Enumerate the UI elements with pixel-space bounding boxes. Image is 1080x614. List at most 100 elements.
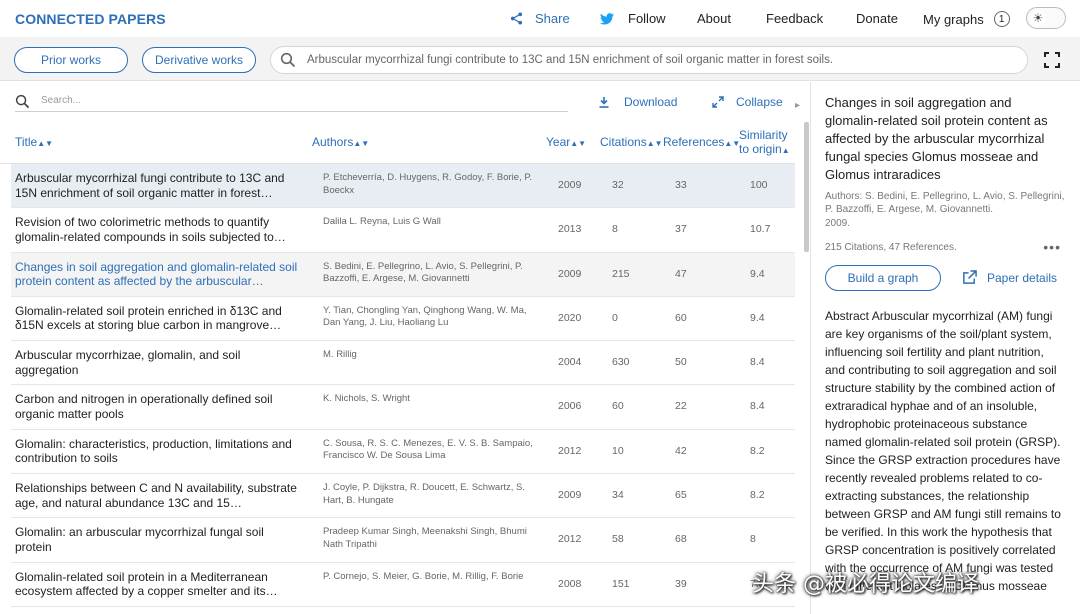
theme-toggle[interactable]: ☀ [1026, 7, 1066, 29]
row-title: Glomalin: an arbuscular mycorrhizal fung… [15, 525, 264, 554]
table-row[interactable]: Revision of two colorimetric methods to … [11, 208, 795, 253]
sort-icon: ▲▼ [724, 139, 741, 148]
list-search-input[interactable]: Search... [15, 92, 568, 112]
table-row[interactable]: Glomalin: an arbuscular mycorrhizal fung… [11, 518, 795, 563]
table-row[interactable]: Glomalin-related soil protein in a Medit… [11, 563, 795, 607]
follow-label: Follow [628, 11, 666, 26]
row-authors: S. Bedini, E. Pellegrino, L. Avio, S. Pe… [323, 260, 523, 285]
derivative-works-button[interactable]: Derivative works [142, 47, 256, 73]
table-row[interactable]: Glomalin: characteristics, production, l… [11, 430, 795, 475]
paper-abstract: Abstract Arbuscular mycorrhizal (AM) fun… [825, 309, 1061, 593]
feedback-link[interactable]: Feedback [766, 11, 823, 26]
row-authors: P. Etcheverría, D. Huygens, R. Godoy, F.… [323, 172, 533, 196]
sort-year[interactable]: Year▲▼ [546, 135, 586, 149]
prior-works-button[interactable]: Prior works [14, 47, 128, 73]
row-title: Glomalin: characteristics, production, l… [15, 436, 292, 466]
row-citations: 32 [612, 179, 624, 191]
paper-title: Changes in soil aggregation and glomalin… [825, 95, 1048, 182]
share-icon [510, 12, 523, 25]
row-similarity: 8.4 [750, 356, 765, 369]
build-graph-button[interactable]: Build a graph [825, 265, 941, 291]
table-row[interactable]: Glomalin-related soil protein enriched i… [11, 297, 795, 342]
sort-references[interactable]: References▲▼ [663, 135, 740, 149]
collapse-label: Collapse [736, 95, 783, 109]
row-references: 39 [675, 577, 687, 590]
sort-authors[interactable]: Authors▲▼ [312, 135, 369, 149]
row-similarity: 9.4 [750, 267, 765, 280]
download-button[interactable]: Download [598, 95, 677, 109]
panel-collapse-arrow-icon[interactable]: ▸ [795, 100, 800, 111]
graph-toolbar: Prior works Derivative works Arbuscular … [0, 37, 1080, 81]
paper-search-input[interactable]: Arbuscular mycorrhizal fungi contribute … [270, 46, 1028, 74]
twitter-icon [600, 12, 614, 25]
row-citations: 215 [612, 267, 630, 280]
row-citations: 10 [612, 444, 624, 457]
paper-authors: Authors: S. Bedini, E. Pellegrino, L. Av… [825, 191, 1065, 215]
brand-logo[interactable]: CONNECTED PAPERS [15, 11, 166, 27]
table-scrollbar[interactable] [804, 122, 809, 252]
sort-citations[interactable]: Citations▲▼ [600, 135, 663, 149]
row-year: 2013 [558, 223, 582, 236]
row-year: 2020 [558, 311, 582, 324]
table-row[interactable]: Arbuscular mycorrhizal fungi contribute … [11, 164, 795, 209]
row-references: 33 [675, 179, 687, 191]
row-title: Relationships between C and N availabili… [15, 481, 297, 510]
top-navbar: CONNECTED PAPERS Share Follow About Feed… [0, 0, 1080, 37]
row-references: 37 [675, 223, 687, 236]
follow-button[interactable]: Follow [600, 11, 666, 26]
donate-link[interactable]: Donate [856, 11, 898, 26]
my-graphs-link[interactable]: My graphs 1 [923, 11, 1010, 27]
row-authors: M. Rillig [323, 349, 357, 361]
sort-icon: ▲▼ [353, 139, 370, 148]
row-title: Arbuscular mycorrhizal fungi contribute … [15, 171, 285, 200]
share-button[interactable]: Share [510, 11, 570, 26]
table-header: Title▲▼ Authors▲▼ Year▲▼ Citations▲▼ Ref… [0, 124, 795, 164]
row-similarity: 8 [750, 533, 756, 546]
row-year: 2008 [558, 577, 582, 590]
fullscreen-icon[interactable] [1044, 52, 1060, 68]
sun-icon: ☀ [1030, 10, 1046, 26]
search-icon [15, 94, 30, 109]
row-year: 2009 [558, 489, 582, 502]
row-title: Glomalin-related soil protein enriched i… [15, 303, 282, 333]
row-title: Arbuscular mycorrhizae, glomalin, and so… [15, 348, 241, 377]
row-authors: P. Cornejo, S. Meier, G. Borie, M. Rilli… [323, 570, 524, 582]
row-similarity: 8.4 [750, 400, 765, 413]
sort-title[interactable]: Title▲▼ [15, 135, 53, 149]
row-year: 2009 [558, 267, 582, 280]
sort-icon: ▲▼ [37, 139, 54, 148]
row-authors: J. Coyle, P. Dijkstra, R. Doucett, E. Sc… [323, 482, 526, 506]
row-references: 47 [675, 267, 687, 280]
more-options-icon[interactable]: ••• [1043, 239, 1061, 255]
row-authors: C. Sousa, R. S. C. Menezes, E. V. S. B. … [323, 437, 533, 462]
my-graphs-count-badge: 1 [993, 11, 1010, 27]
row-references: 42 [675, 444, 687, 457]
table-row[interactable]: Relationships between C and N availabili… [11, 474, 795, 519]
table-row[interactable]: Arbuscular mycorrhizae, glomalin, and so… [11, 341, 795, 386]
sort-icon: ▲▼ [570, 139, 587, 148]
row-references: 65 [675, 489, 687, 502]
header-citations: Citations [600, 135, 647, 149]
row-year: 2006 [558, 400, 582, 413]
collapse-button[interactable]: Collapse [712, 95, 783, 109]
list-search-placeholder: Search... [41, 95, 82, 106]
share-label: Share [535, 11, 570, 26]
row-title: Revision of two colorimetric methods to … [15, 215, 286, 244]
row-references: 68 [675, 533, 687, 546]
table-row[interactable]: Carbon and nitrogen in operationally def… [11, 385, 795, 430]
paper-details-link[interactable]: Paper details [962, 270, 1057, 285]
panel-divider [810, 82, 811, 614]
paper-table: Arbuscular mycorrhizal fungi contribute … [11, 164, 795, 607]
paper-stats: 215 Citations, 47 References. ••• [825, 239, 1065, 255]
row-similarity: 10.7 [750, 223, 771, 236]
table-row[interactable]: Changes in soil aggregation and glomalin… [11, 252, 795, 297]
row-citations: 630 [612, 356, 630, 369]
header-authors: Authors [312, 135, 354, 149]
about-link[interactable]: About [697, 11, 731, 26]
sort-similarity[interactable]: Similarity to origin▲ [739, 128, 790, 158]
row-year: 2009 [558, 179, 582, 191]
row-title: Glomalin-related soil protein in a Medit… [15, 569, 278, 599]
paper-actions: Build a graph Paper details [825, 265, 1065, 293]
download-icon [599, 97, 609, 108]
paper-stats-text: 215 Citations, 47 References. [825, 242, 957, 253]
